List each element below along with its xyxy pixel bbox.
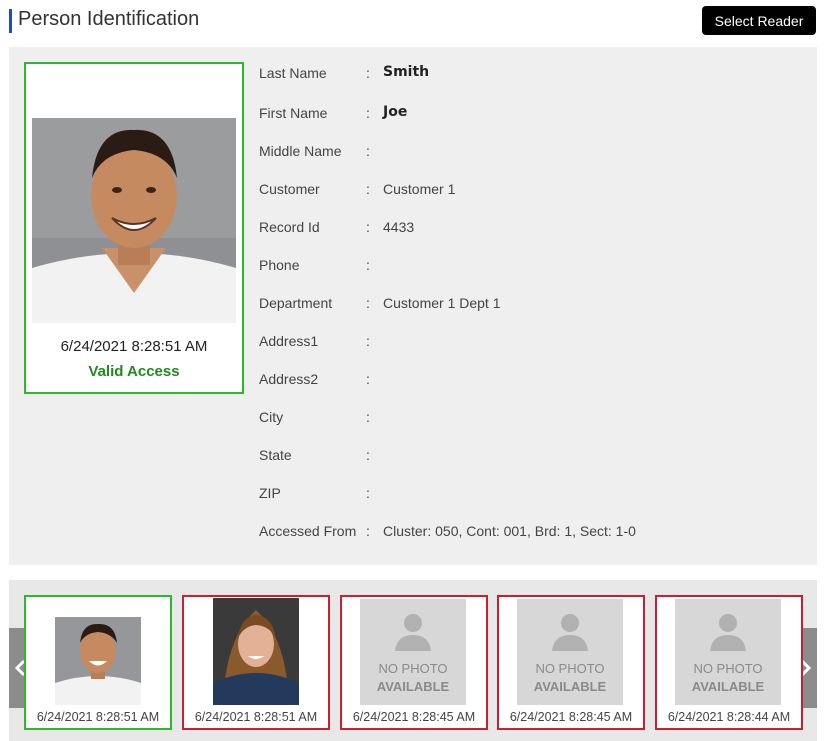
- no-photo-text: NO PHOTO: [535, 661, 605, 676]
- field-label: Address2: [259, 371, 319, 387]
- field-accessed-from: Accessed From : Cluster: 050, Cont: 001,…: [259, 510, 799, 548]
- field-middle-name: Middle Name :: [259, 130, 799, 168]
- field-value: Customer 1 Dept 1: [383, 295, 501, 311]
- field-city: City :: [259, 396, 799, 434]
- field-state: State :: [259, 434, 799, 472]
- field-address1: Address1 :: [259, 320, 799, 358]
- field-colon: :: [366, 219, 370, 235]
- field-label: Phone: [259, 257, 300, 273]
- field-label: ZIP: [259, 485, 281, 501]
- history-item[interactable]: 6/24/2021 8:28:51 AM: [182, 595, 330, 730]
- field-label: Last Name: [259, 65, 327, 81]
- person-photo-thumb: [213, 598, 299, 705]
- person-photo: [32, 118, 236, 323]
- field-colon: :: [366, 523, 370, 539]
- current-access-time: 6/24/2021 8:28:51 AM: [60, 338, 208, 355]
- field-label: First Name: [259, 105, 328, 121]
- no-photo-text: NO PHOTO: [693, 661, 763, 676]
- field-label: Record Id: [259, 219, 320, 235]
- field-value: 4433: [383, 219, 415, 235]
- history-item-time: 6/24/2021 8:28:45 AM: [509, 710, 633, 724]
- history-item-time: 6/24/2021 8:28:51 AM: [194, 710, 318, 724]
- field-last-name: Last Name : Smith: [259, 52, 799, 90]
- no-photo-placeholder: NO PHOTO AVAILABLE: [675, 599, 781, 705]
- field-colon: :: [366, 371, 370, 387]
- field-colon: :: [366, 295, 370, 311]
- no-photo-text: AVAILABLE: [533, 679, 607, 694]
- field-phone: Phone :: [259, 244, 799, 282]
- field-colon: :: [366, 143, 370, 159]
- field-label: Customer: [259, 181, 320, 197]
- field-label: Department: [259, 295, 333, 311]
- field-address2: Address2 :: [259, 358, 799, 396]
- field-record-id: Record Id : 4433: [259, 206, 799, 244]
- title-accent-bar: [9, 9, 12, 33]
- page-header: Person Identification Select Reader: [0, 0, 827, 44]
- history-item-time: 6/24/2021 8:28:45 AM: [352, 710, 476, 724]
- field-value: Joe: [383, 104, 408, 120]
- field-label: Address1: [259, 333, 319, 349]
- current-person-card: 6/24/2021 8:28:51 AM Valid Access: [24, 62, 244, 394]
- field-value: Smith: [383, 64, 430, 80]
- field-colon: :: [366, 333, 370, 349]
- history-item[interactable]: 6/24/2021 8:28:51 AM: [24, 595, 172, 730]
- field-label: Middle Name: [259, 143, 342, 159]
- field-label: State: [259, 447, 292, 463]
- history-item-time: 6/24/2021 8:28:51 AM: [36, 710, 160, 724]
- person-silhouette-icon: [552, 614, 588, 651]
- field-label: Accessed From: [259, 523, 357, 539]
- field-customer: Customer : Customer 1: [259, 168, 799, 206]
- no-photo-placeholder: NO PHOTO AVAILABLE: [360, 599, 466, 705]
- no-photo-placeholder: NO PHOTO AVAILABLE: [517, 599, 623, 705]
- field-department: Department : Customer 1 Dept 1: [259, 282, 799, 320]
- person-silhouette-icon: [710, 614, 746, 651]
- field-label: City: [259, 409, 284, 425]
- access-status: Valid Access: [88, 363, 180, 380]
- field-colon: :: [366, 409, 370, 425]
- field-value: Cluster: 050, Cont: 001, Brd: 1, Sect: 1…: [383, 523, 636, 539]
- person-silhouette-icon: [395, 614, 431, 651]
- no-photo-text: NO PHOTO: [378, 661, 448, 676]
- field-colon: :: [366, 105, 370, 121]
- field-colon: :: [366, 65, 370, 81]
- field-colon: :: [366, 257, 370, 273]
- no-photo-text: AVAILABLE: [691, 679, 765, 694]
- field-colon: :: [366, 181, 370, 197]
- page-title: Person Identification: [18, 8, 200, 30]
- no-photo-text: AVAILABLE: [376, 679, 450, 694]
- field-colon: :: [366, 485, 370, 501]
- field-first-name: First Name : Joe: [259, 92, 799, 130]
- field-value: Customer 1: [383, 181, 456, 197]
- field-colon: :: [366, 447, 370, 463]
- history-item[interactable]: NO PHOTO AVAILABLE 6/24/2021 8:28:45 AM: [497, 595, 645, 730]
- history-item[interactable]: NO PHOTO AVAILABLE 6/24/2021 8:28:44 AM: [655, 595, 803, 730]
- history-item-time: 6/24/2021 8:28:44 AM: [667, 710, 791, 724]
- history-item[interactable]: NO PHOTO AVAILABLE 6/24/2021 8:28:45 AM: [340, 595, 488, 730]
- field-zip: ZIP :: [259, 472, 799, 510]
- person-photo-thumb: [55, 617, 141, 705]
- select-reader-button[interactable]: Select Reader: [702, 6, 816, 35]
